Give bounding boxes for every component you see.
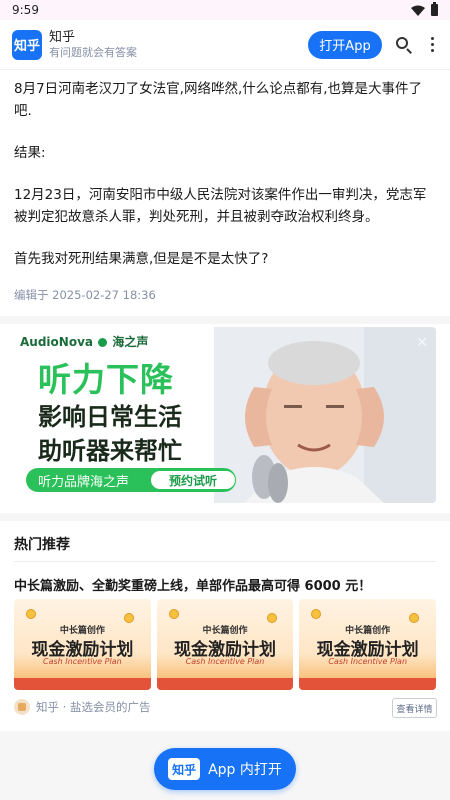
article-paragraph: 结果: bbox=[14, 145, 46, 161]
section-divider bbox=[0, 513, 450, 521]
ad-brand-left: AudioNova bbox=[20, 335, 93, 349]
zhihu-logo-small: 知乎 bbox=[168, 758, 201, 780]
article-body: 8月7日河南老汉刀了女法官,网络哗然,什么论点都有,也算是大事件了吧. 结果: … bbox=[14, 78, 434, 290]
status-icons bbox=[411, 2, 438, 16]
coin-icon bbox=[26, 609, 36, 619]
edit-time: 编辑于 2025-02-27 18:36 bbox=[14, 288, 156, 302]
zhihu-logo[interactable]: 知乎 bbox=[12, 29, 42, 60]
ad-source: 知乎 · 盐选会员的广告 bbox=[14, 699, 150, 715]
ad-brand: AudioNova 海之声 bbox=[20, 333, 148, 350]
promo-card[interactable]: 中长篇创作 现金激励计划 Cash Incentive Plan bbox=[299, 599, 437, 690]
section-divider bbox=[0, 316, 450, 324]
promo-card-script: Cash Incentive Plan bbox=[328, 657, 408, 666]
article-paragraph: 8月7日河南老汉刀了女法官,网络哗然,什么论点都有,也算是大事件了吧. bbox=[14, 81, 423, 119]
book-trial-button[interactable]: 预约试听 bbox=[151, 471, 235, 489]
coin-icon bbox=[311, 609, 322, 619]
ad-brand-right: 海之声 bbox=[112, 335, 149, 349]
promo-card-script: Cash Incentive Plan bbox=[43, 657, 122, 666]
ad-photo-elderly-man bbox=[214, 327, 436, 503]
promo-card[interactable]: 中长篇创作 现金激励计划 Cash Incentive Plan bbox=[14, 599, 151, 690]
promo-headline[interactable]: 中长篇激励、全勤奖重磅上线，单部作品最高可得 6000 元！ bbox=[14, 575, 371, 594]
ad-brand-dot-icon bbox=[98, 338, 108, 347]
ad-line-3: 助听器来帮忙 bbox=[38, 437, 182, 465]
ad-line-2: 影响日常生活 bbox=[38, 403, 182, 431]
promo-card[interactable]: 中长篇创作 现金激励计划 Cash Incentive Plan bbox=[156, 599, 294, 690]
open-in-app-label: App 内打开 bbox=[208, 762, 282, 778]
close-icon[interactable]: ✕ bbox=[416, 335, 428, 351]
ad-source-text: 知乎 · 盐选会员的广告 bbox=[36, 700, 151, 714]
battery-icon bbox=[431, 2, 438, 16]
promo-cards[interactable]: 中长篇创作 现金激励计划 Cash Incentive Plan 中长篇创作 现… bbox=[14, 599, 437, 690]
status-bar: 9:59 bbox=[0, 0, 450, 20]
hot-recommend-title: 热门推荐 bbox=[14, 537, 70, 553]
open-app-button[interactable]: 打开App bbox=[308, 30, 382, 59]
hearing-aid-ad[interactable]: AudioNova 海之声 听力下降 影响日常生活 助听器来帮忙 听力品牌海之声… bbox=[14, 327, 436, 503]
promo-card-script: Cash Incentive Plan bbox=[185, 657, 265, 666]
salt-member-icon bbox=[14, 699, 30, 715]
app-header: 知乎 知乎 有问题就会有答案 打开App bbox=[0, 20, 450, 70]
brand-name: 知乎 bbox=[49, 29, 76, 45]
article-paragraph: 首先我对死刑结果满意,但是是不是太快了? bbox=[14, 251, 269, 267]
wifi-icon bbox=[411, 5, 425, 16]
coin-icon bbox=[409, 613, 420, 623]
article-paragraph: 12月23日，河南安阳市中级人民法院对该案件作出一审判决，党志军被判定犯故意杀人… bbox=[14, 187, 427, 225]
ad-headline: 听力下降 bbox=[38, 360, 174, 399]
promo-card-stripe bbox=[156, 678, 294, 690]
promo-card-stripe bbox=[299, 678, 437, 690]
brand-block: 知乎 有问题就会有答案 bbox=[49, 30, 137, 60]
coin-icon bbox=[266, 613, 277, 623]
brand-slogan: 有问题就会有答案 bbox=[49, 45, 137, 59]
coin-icon bbox=[124, 613, 134, 623]
promo-card-stripe bbox=[14, 678, 151, 690]
search-icon[interactable] bbox=[394, 35, 414, 55]
coin-icon bbox=[168, 609, 179, 619]
status-time: 9:59 bbox=[12, 3, 39, 17]
view-detail-button[interactable]: 查看详情 bbox=[392, 698, 437, 718]
more-options-icon[interactable] bbox=[426, 35, 438, 55]
hot-divider bbox=[14, 561, 436, 562]
open-in-app-button[interactable]: 知乎 App 内打开 bbox=[154, 748, 296, 790]
